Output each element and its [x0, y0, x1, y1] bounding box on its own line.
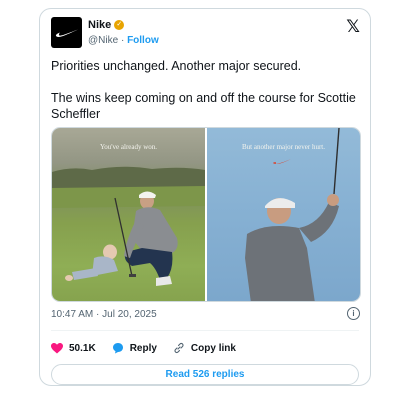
account-handle[interactable]: @Nike	[88, 35, 118, 46]
photo-left-golfer-with-baby[interactable]: You've already won.	[52, 128, 205, 301]
post-text: Priorities unchanged. Another major secu…	[51, 58, 356, 122]
reply-bubble-icon	[112, 343, 123, 354]
divider	[51, 330, 359, 331]
follow-button[interactable]: Follow	[127, 35, 159, 46]
right-caption: But another major never hurt.	[241, 143, 325, 151]
heart-icon	[51, 342, 63, 353]
action-bar: 50.1K Reply Copy link	[51, 342, 252, 354]
account-name[interactable]: Nike	[88, 19, 111, 31]
separator-dot: ·	[120, 35, 125, 46]
nike-swoosh-logo	[55, 29, 78, 37]
verified-badge-icon: ✓	[114, 20, 125, 30]
avatar[interactable]	[51, 17, 82, 48]
post-text-line-2: The wins keep coming on and off the cour…	[51, 91, 356, 121]
media-grid: You've already won. But another major ne…	[51, 127, 361, 302]
info-icon[interactable]: i	[347, 307, 360, 320]
post-text-line-1: Priorities unchanged. Another major secu…	[51, 59, 302, 73]
handle-row: @Nike · Follow	[88, 35, 159, 46]
left-caption: You've already won.	[99, 143, 158, 151]
copy-link-button[interactable]: Copy link	[173, 342, 236, 354]
like-count: 50.1K	[69, 342, 96, 354]
post-card: Nike ✓ @Nike · Follow 𝕏 Priorities uncha…	[39, 8, 371, 386]
reply-label: Reply	[129, 342, 157, 354]
read-replies-button[interactable]: Read 526 replies	[51, 364, 359, 385]
reply-button[interactable]: Reply	[112, 342, 157, 354]
link-icon	[174, 342, 184, 354]
account-name-row: Nike ✓	[88, 19, 125, 31]
post-timestamp[interactable]: 10:47 AM · Jul 20, 2025	[51, 309, 157, 320]
photo-right-golfer-swing[interactable]: But another major never hurt.	[207, 128, 360, 301]
photo-right-illustration	[245, 128, 340, 301]
x-logo-icon[interactable]: 𝕏	[346, 17, 360, 37]
like-button[interactable]: 50.1K	[51, 342, 96, 354]
copy-link-label: Copy link	[190, 342, 236, 354]
photo-left-illustration	[52, 166, 205, 286]
